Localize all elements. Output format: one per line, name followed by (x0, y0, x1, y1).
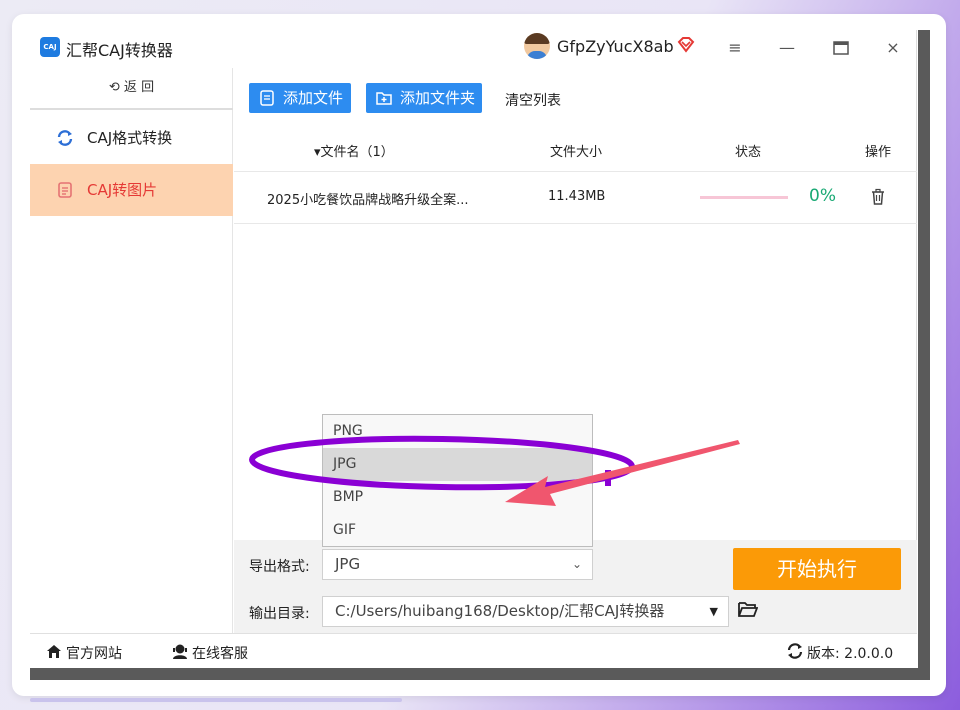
back-button[interactable]: ⟲ 返 回 (30, 68, 233, 110)
scroll-indicator (30, 698, 402, 702)
title-bar: CAJ 汇帮CAJ转换器 GfpZyYucX8ab ≡ — × (30, 30, 917, 68)
app-title: 汇帮CAJ转换器 (66, 41, 173, 60)
folder-open-icon[interactable] (738, 600, 758, 618)
column-actions: 操作 (865, 145, 892, 160)
trash-icon[interactable] (870, 188, 886, 206)
home-icon (47, 645, 61, 658)
column-status: 状态 (735, 145, 762, 160)
add-file-button[interactable]: 添加文件 (249, 83, 351, 113)
maximize-button[interactable] (826, 34, 856, 62)
column-size: 文件大小 (550, 145, 603, 160)
clear-list-button[interactable]: 清空列表 (505, 90, 561, 110)
sidebar-item-label: CAJ转图片 (87, 181, 158, 199)
format-dropdown-list: PNG JPG BMP GIF (322, 414, 593, 547)
document-icon (58, 182, 72, 198)
add-folder-button[interactable]: 添加文件夹 (366, 83, 482, 113)
app-window: CAJ 汇帮CAJ转换器 GfpZyYucX8ab ≡ — × ⟲ 返 回 CA… (30, 30, 917, 668)
export-format-label: 导出格式: (249, 559, 310, 575)
app-logo-icon: CAJ (40, 37, 60, 57)
add-file-label: 添加文件 (283, 89, 344, 107)
official-website-link[interactable]: 官方网站 (66, 643, 122, 663)
online-support-link[interactable]: 在线客服 (192, 643, 248, 663)
output-dir-label: 输出目录: (249, 606, 310, 622)
start-button[interactable]: 开始执行 (733, 548, 901, 590)
add-folder-icon (376, 92, 392, 105)
dropdown-arrow-icon: ▼ (709, 605, 718, 618)
chevron-down-icon: ⌄ (571, 557, 582, 571)
progress-bar (700, 196, 788, 199)
column-filename[interactable]: ▾文件名（1） (314, 141, 394, 160)
export-format-value: JPG (335, 555, 361, 573)
minimize-button[interactable]: — (772, 34, 802, 62)
format-option-jpg[interactable]: JPG (323, 448, 592, 481)
add-file-icon (260, 90, 274, 106)
close-button[interactable]: × (878, 34, 908, 62)
output-dir-value: C:/Users/huibang168/Desktop/汇帮CAJ转换器 (335, 602, 665, 620)
user-name[interactable]: GfpZyYucX8ab (557, 37, 674, 56)
window-shadow-bottom (30, 668, 930, 680)
user-avatar[interactable] (524, 33, 550, 59)
customer-service-icon (173, 644, 187, 659)
file-name: 2025小吃餐饮品牌战略升级全案... (267, 193, 469, 208)
add-folder-label: 添加文件夹 (400, 89, 476, 107)
table-header: ▾文件名（1） 文件大小 状态 操作 (234, 128, 917, 172)
progress-percent: 0% (809, 186, 836, 206)
version-label: 版本: 2.0.0.0 (807, 646, 894, 662)
footer: 官方网站 在线客服 版本: 2.0.0.0 (30, 633, 917, 668)
table-row[interactable]: 2025小吃餐饮品牌战略升级全案... 11.43MB 0% (234, 172, 917, 224)
export-format-select[interactable]: JPG ⌄ (322, 549, 593, 580)
format-option-gif[interactable]: GIF (323, 514, 592, 547)
window-shadow-right (918, 30, 930, 680)
output-dir-select[interactable]: C:/Users/huibang168/Desktop/汇帮CAJ转换器 ▼ (322, 596, 729, 627)
menu-button[interactable]: ≡ (720, 34, 750, 62)
file-size: 11.43MB (548, 189, 606, 204)
vip-diamond-icon[interactable] (676, 35, 696, 55)
sidebar-item-caj-format-convert[interactable]: CAJ格式转换 (30, 112, 233, 164)
sidebar: ⟲ 返 回 CAJ格式转换 CAJ转图片 (30, 68, 233, 633)
format-option-bmp[interactable]: BMP (323, 481, 592, 514)
sidebar-item-label: CAJ格式转换 (87, 129, 173, 147)
refresh-icon (787, 643, 803, 659)
format-option-png[interactable]: PNG (323, 415, 592, 448)
refresh-icon (57, 130, 73, 146)
sidebar-item-caj-to-image[interactable]: CAJ转图片 (30, 164, 233, 216)
